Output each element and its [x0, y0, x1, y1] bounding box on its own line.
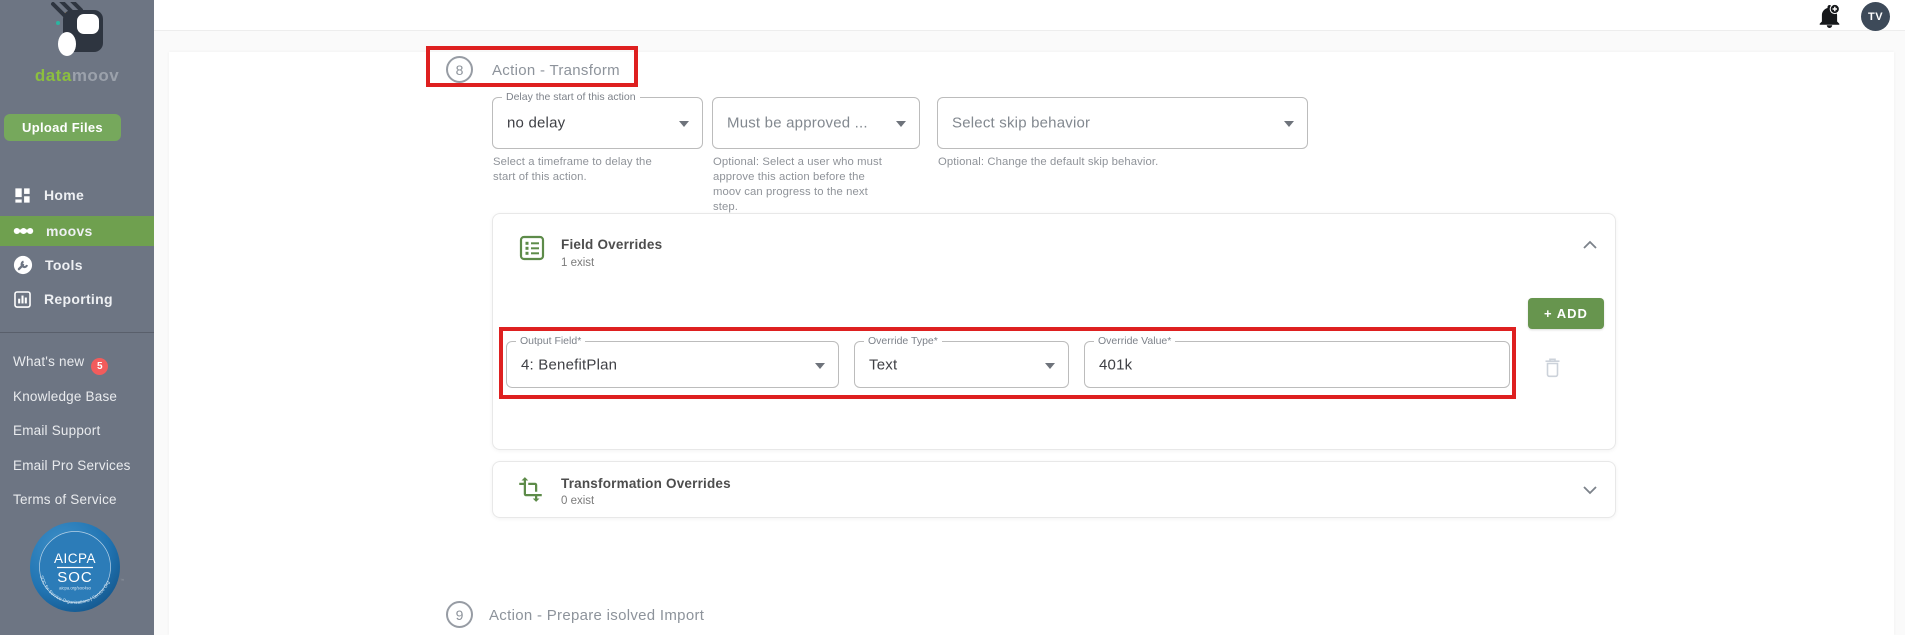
sidebar-divider [0, 332, 154, 333]
step-8-number: 8 [446, 56, 473, 83]
bar-chart-icon [14, 290, 31, 308]
override-type-label: Override Type* [864, 335, 942, 347]
svg-text:aicpa.org/soc4so: aicpa.org/soc4so [59, 586, 91, 591]
sidebar-item-home[interactable]: Home [0, 180, 154, 210]
transformation-transform-icon [519, 477, 542, 502]
sidebar-link-knowledge-base[interactable]: Knowledge Base [13, 389, 117, 404]
field-overrides-count: 1 exist [561, 257, 595, 269]
app-logo: datamoov [0, 0, 154, 86]
override-value-label: Override Value* [1094, 335, 1176, 347]
expand-chevron-down-icon[interactable] [1582, 485, 1598, 495]
output-field-label: Output Field* [516, 335, 586, 347]
sidebar-item-reporting[interactable]: Reporting [0, 284, 154, 314]
chevron-down-icon [679, 121, 689, 127]
field-overrides-card: Field Overrides 1 exist + ADD Output Fie… [492, 213, 1616, 450]
chevron-down-icon [896, 121, 906, 127]
sidebar-item-moovs[interactable]: moovs [0, 216, 154, 246]
skip-helper-text: Optional: Change the default skip behavi… [938, 156, 1159, 168]
step-8-title: Action - Transform [492, 62, 620, 79]
aicpa-soc-badge: AICPA SOC aicpa.org/soc4so SOC for Servi… [27, 514, 125, 623]
delay-select[interactable]: Delay the start of this action no delay [492, 91, 703, 149]
transformation-overrides-card: Transformation Overrides 0 exist [492, 461, 1616, 518]
sidebar-item-label: Reporting [44, 291, 113, 307]
sidebar-link-terms-of-service[interactable]: Terms of Service [13, 492, 117, 507]
sidebar-item-tools[interactable]: Tools [0, 250, 154, 280]
datamoov-logo-icon [51, 0, 103, 56]
svg-text:SOC: SOC [57, 569, 93, 586]
sidebar-link-whats-new[interactable]: What's new 5 [13, 354, 109, 375]
override-value-text: 401k [1099, 356, 1133, 373]
chevron-down-icon [1045, 362, 1055, 369]
brand-wordmark: datamoov [34, 66, 120, 85]
skip-behavior-select-value: Select skip behavior [952, 114, 1091, 132]
field-overrides-title: Field Overrides [561, 237, 663, 252]
delete-override-trash-icon[interactable] [1544, 357, 1561, 378]
step-9-number: 9 [446, 601, 473, 628]
override-type-value: Text [869, 356, 898, 373]
field-overrides-list-icon [519, 235, 545, 261]
delay-helper-text: Select a timeframe to delay the start of… [493, 156, 652, 183]
override-type-select[interactable]: Override Type* Text [854, 335, 1069, 388]
add-field-override-button[interactable]: + ADD [1528, 298, 1604, 329]
sidebar-link-email-support[interactable]: Email Support [13, 423, 100, 438]
output-field-value: 4: BenefitPlan [521, 356, 618, 373]
whats-new-count-badge: 5 [91, 358, 109, 375]
sidebar: datamoov Upload Files Home moovs Tools R… [0, 0, 154, 635]
step-9-title: Action - Prepare isolved Import [489, 607, 705, 624]
user-avatar[interactable]: TV [1861, 2, 1890, 31]
skip-behavior-select[interactable]: Select skip behavior [937, 97, 1308, 149]
top-bar: TV [154, 0, 1905, 31]
svg-text:AICPA: AICPA [54, 551, 96, 566]
sidebar-item-label: Tools [45, 257, 83, 273]
sidebar-item-label: moovs [46, 223, 93, 239]
output-field-select[interactable]: Output Field* 4: BenefitPlan [506, 335, 839, 388]
chevron-down-icon [1284, 121, 1294, 127]
override-value-input[interactable]: Override Value* 401k [1084, 335, 1510, 388]
delay-select-label: Delay the start of this action [502, 91, 640, 103]
sidebar-link-email-pro-services[interactable]: Email Pro Services [13, 458, 131, 473]
collapse-chevron-up-icon[interactable] [1582, 240, 1598, 250]
svg-text:™: ™ [120, 578, 125, 583]
upload-files-button[interactable]: Upload Files [4, 114, 121, 141]
transformation-overrides-count: 0 exist [561, 495, 595, 507]
sidebar-item-label: Home [44, 187, 85, 203]
approval-select-value: Must be approved ... [727, 114, 868, 132]
notifications-bell-icon[interactable] [1818, 3, 1842, 29]
approval-select[interactable]: Must be approved ... [712, 97, 920, 149]
approval-helper-text: Optional: Select a user who must approve… [713, 156, 882, 213]
wrench-icon [13, 255, 33, 275]
transformation-overrides-title: Transformation Overrides [561, 476, 731, 491]
chevron-down-icon [815, 362, 825, 369]
delay-select-value: no delay [507, 114, 566, 132]
dots-icon [13, 227, 34, 235]
dashboard-icon [15, 187, 30, 203]
